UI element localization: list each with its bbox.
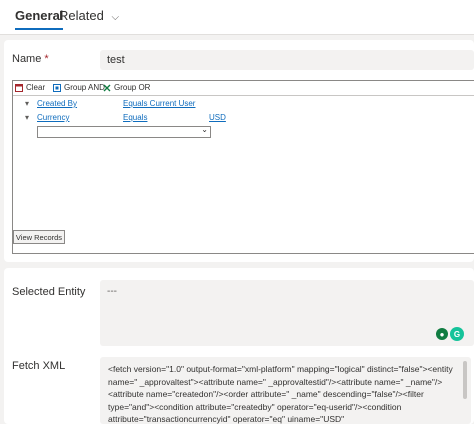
- fetch-builder: Clear Group AND Group OR ▾ Created By Eq…: [12, 80, 474, 254]
- condition-field-link[interactable]: Currency: [37, 113, 69, 122]
- dropdown-chevron-icon: ⌄: [201, 125, 208, 134]
- group-and-icon: [53, 83, 61, 92]
- clear-icon: [15, 83, 23, 92]
- tab-bar: General Related ⌵: [0, 0, 474, 35]
- general-section-card: Name * test Clear Group AND Group OR ▾ C…: [4, 40, 474, 262]
- group-or-icon: [103, 84, 111, 91]
- selected-entity-label: Selected Entity: [12, 286, 86, 298]
- condition-operator-link[interactable]: Equals Current User: [123, 99, 195, 108]
- fetch-xml-textarea[interactable]: <fetch version="1.0" output-format="xml-…: [100, 357, 471, 424]
- condition-operator-link[interactable]: Equals: [123, 113, 147, 122]
- condition-row: ▾ Created By Equals Current User: [13, 99, 474, 110]
- required-asterisk: *: [44, 53, 49, 65]
- expand-arrow-icon[interactable]: ▾: [25, 113, 29, 122]
- selected-entity-field[interactable]: --- ● G: [100, 280, 474, 346]
- fetch-xml-label: Fetch XML: [12, 360, 66, 372]
- chevron-down-icon: ⌵: [111, 12, 120, 23]
- scrollbar-thumb[interactable]: [463, 361, 467, 399]
- tab-related[interactable]: Related ⌵: [59, 8, 119, 23]
- group-and-label: Group AND: [64, 83, 105, 92]
- expand-arrow-icon[interactable]: ▾: [25, 99, 29, 108]
- name-label-text: Name: [12, 53, 42, 65]
- details-section-card: Selected Entity --- ● G Fetch XML <fetch…: [4, 268, 474, 424]
- condition-row: ▾ Currency Equals USD: [13, 113, 474, 124]
- tab-general-label: General: [15, 8, 64, 23]
- name-input-value: test: [107, 54, 125, 66]
- clear-button-label: Clear: [26, 83, 46, 92]
- clear-button[interactable]: Clear: [15, 83, 45, 92]
- group-or-button[interactable]: Group OR: [103, 83, 150, 92]
- active-tab-indicator: [15, 28, 64, 30]
- fetch-xml-content: <fetch version="1.0" output-format="xml-…: [108, 364, 453, 424]
- name-input[interactable]: test: [100, 50, 474, 70]
- group-and-button[interactable]: Group AND: [53, 83, 105, 92]
- lightbulb-icon[interactable]: ●: [436, 328, 448, 340]
- selected-entity-value: ---: [107, 286, 117, 297]
- view-records-button[interactable]: View Records: [13, 230, 65, 244]
- tab-general[interactable]: General: [15, 8, 64, 30]
- view-records-label: View Records: [15, 232, 63, 242]
- group-or-label: Group OR: [114, 83, 151, 92]
- name-field-label: Name *: [12, 53, 49, 65]
- condition-value-link[interactable]: USD: [209, 113, 226, 122]
- add-condition-select[interactable]: ⌄: [37, 125, 211, 138]
- tab-related-label: Related: [59, 8, 104, 23]
- fetch-builder-toolbar: Clear Group AND Group OR: [13, 81, 474, 96]
- grammarly-icon[interactable]: G: [450, 327, 464, 341]
- condition-field-link[interactable]: Created By: [37, 99, 77, 108]
